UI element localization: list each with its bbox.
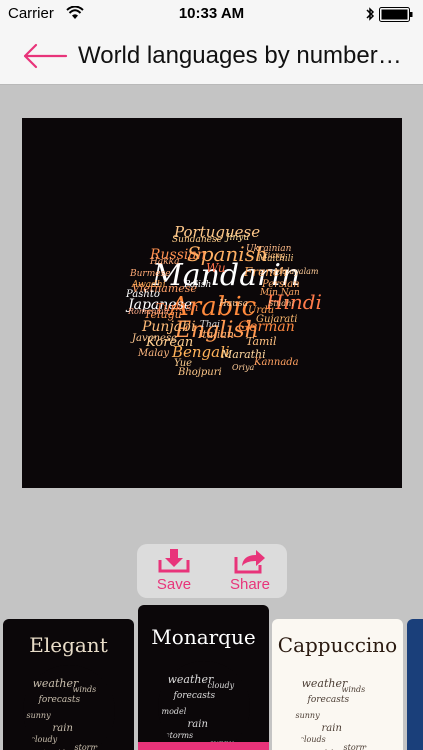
preview-word: storm: [74, 743, 99, 750]
preview-word: sunny: [295, 711, 320, 720]
save-button[interactable]: Save: [145, 548, 203, 594]
battery-icon: [379, 7, 413, 22]
download-icon: [158, 549, 190, 573]
cloud-word: Italian: [198, 328, 235, 341]
cloud-word: Malay: [138, 348, 170, 359]
theme-cappuccino[interactable]: Cappuccino weather forecasts sunny rain clou…: [272, 619, 403, 750]
cloud-word: Maithili: [258, 254, 294, 264]
cloud-word: Javanese: [132, 333, 177, 344]
preview-word: rain: [321, 723, 342, 734]
cloud-word: Hausa: [219, 299, 248, 309]
theme-preview-cloud: weather forecasts sunny rain clouds winds stor…: [291, 665, 384, 750]
theme-strip[interactable]: Elegant weather forecasts sunny rain cloudy w…: [0, 603, 423, 750]
preview-word: weather: [32, 677, 79, 690]
theme-monarque[interactable]: Monarque weather forecasts model rain storms…: [138, 605, 269, 750]
preview-word: forecasts: [38, 695, 81, 705]
cloud-word: Thai: [200, 320, 221, 330]
cloud-word: Wu: [206, 261, 226, 275]
status-bar: Carrier 10:33 AM: [0, 0, 423, 28]
cloud-word: Bhojpuri: [178, 367, 222, 378]
page-title: World languages by number…: [78, 42, 402, 69]
cloud-word: Hakka: [150, 257, 180, 267]
share-label: Share: [229, 576, 271, 593]
preview-word: forecasts: [173, 691, 216, 701]
preview-word: winds: [72, 685, 97, 694]
cloud-word: Jinyu: [226, 233, 250, 243]
cloud-word: Awadhi: [132, 280, 166, 290]
preview-word: model: [161, 707, 187, 716]
cloud-word: Sindhi: [268, 299, 295, 308]
preview-word: winds: [341, 685, 366, 694]
theme-name: Cappuccino: [277, 633, 398, 657]
share-button[interactable]: Share: [221, 548, 279, 594]
preview-word: rain: [52, 723, 73, 734]
cloud-word: Burmese: [130, 269, 171, 279]
theme-elegant[interactable]: Elegant weather forecasts sunny rain cloudy w…: [3, 619, 134, 750]
preview-word: sunny: [26, 711, 51, 720]
preview-word: forecasts: [307, 695, 350, 705]
preview-word: cloudy: [30, 735, 58, 744]
clock: 10:33 AM: [178, 5, 245, 22]
preview-word: cloudy: [207, 681, 235, 690]
cloud-word: Pashto: [126, 289, 160, 300]
bluetooth-icon: [366, 7, 375, 21]
theme-preview-cloud: weatherforecastsmodelrainstormscloudysun…: [157, 661, 250, 750]
theme-next[interactable]: [407, 619, 423, 750]
preview-word: storms: [165, 731, 194, 740]
action-panel: Save Share: [137, 544, 287, 598]
selected-theme-indicator: [138, 742, 269, 750]
preview-word: weather: [301, 677, 348, 690]
preview-word: weather: [167, 673, 214, 686]
save-label: Save: [156, 576, 192, 593]
share-icon: [234, 550, 265, 574]
cloud-word: Gujarati: [256, 314, 298, 325]
cloud-word: Romanian: [128, 307, 169, 316]
cloud-word: Malayalam: [274, 267, 319, 276]
preview-word: rain: [187, 719, 208, 730]
theme-name: Monarque: [151, 625, 256, 649]
cloud-word: Kannada: [254, 357, 299, 368]
cloud-word: Oriya: [232, 363, 255, 372]
cloud-word: Sundanese: [172, 235, 222, 245]
nav-bar: World languages by number…: [0, 28, 423, 85]
cloud-word: Tamil: [246, 335, 277, 348]
cloud-word: Min Nan: [260, 288, 300, 298]
cloud-word: Polish: [184, 280, 212, 290]
word-cloud-canvas[interactable]: Mandarin Arabic English Spanish Hindi Bengali…: [22, 118, 402, 488]
preview-word: storm: [343, 743, 368, 750]
theme-name: Elegant: [29, 633, 108, 657]
cloud-word: Punjabi: [142, 319, 196, 335]
theme-preview-cloud: weather forecasts sunny rain cloudy winds stor…: [22, 665, 115, 750]
back-arrow-icon[interactable]: [22, 42, 68, 70]
preview-word: clouds: [299, 735, 326, 744]
